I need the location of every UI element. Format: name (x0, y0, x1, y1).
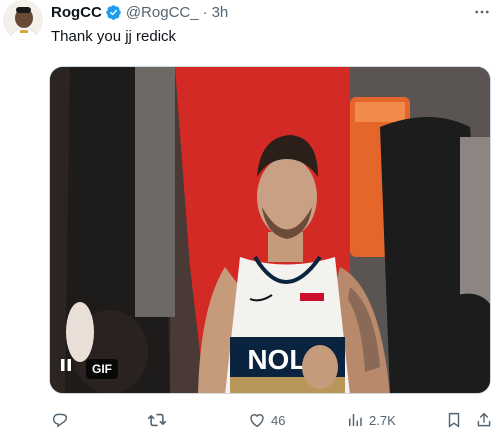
avatar[interactable] (3, 0, 43, 40)
share-button[interactable] (475, 408, 493, 432)
like-count: 46 (271, 412, 286, 428)
pause-icon (61, 359, 71, 371)
tweet-card: RogCC @RogCC_ · 3h Thank you jj redick N… (0, 0, 500, 440)
bookmark-button[interactable] (445, 408, 463, 432)
retweet-button[interactable] (147, 408, 167, 432)
tweet-text: Thank you jj redick (51, 28, 177, 45)
like-button[interactable]: 46 (248, 408, 285, 432)
views-count: 2.7K (369, 412, 396, 428)
gif-badge: GIF (86, 359, 118, 379)
reply-button[interactable] (51, 408, 69, 432)
more-icon (475, 10, 489, 14)
more-options-button[interactable] (470, 2, 494, 22)
verified-badge-icon (105, 4, 122, 21)
views-icon (349, 414, 362, 426)
pause-button[interactable] (60, 358, 80, 380)
gif-media[interactable]: NOLA GIF (49, 66, 491, 394)
gif-controls: GIF (60, 358, 118, 380)
display-name[interactable]: RogCC (51, 4, 102, 21)
tweet-header: RogCC @RogCC_ · 3h (51, 2, 228, 22)
retweet-icon (147, 413, 167, 427)
action-bar: 46 2.7K (49, 408, 495, 432)
heart-icon (250, 414, 264, 428)
gif-frame-image: NOLA (50, 67, 490, 393)
views-button[interactable]: 2.7K (346, 408, 396, 432)
share-icon (477, 412, 491, 427)
user-handle[interactable]: @RogCC_ (126, 4, 199, 21)
separator-dot: · (202, 3, 208, 21)
reply-icon (52, 413, 68, 428)
timestamp[interactable]: 3h (212, 4, 229, 21)
bookmark-icon (448, 412, 460, 428)
